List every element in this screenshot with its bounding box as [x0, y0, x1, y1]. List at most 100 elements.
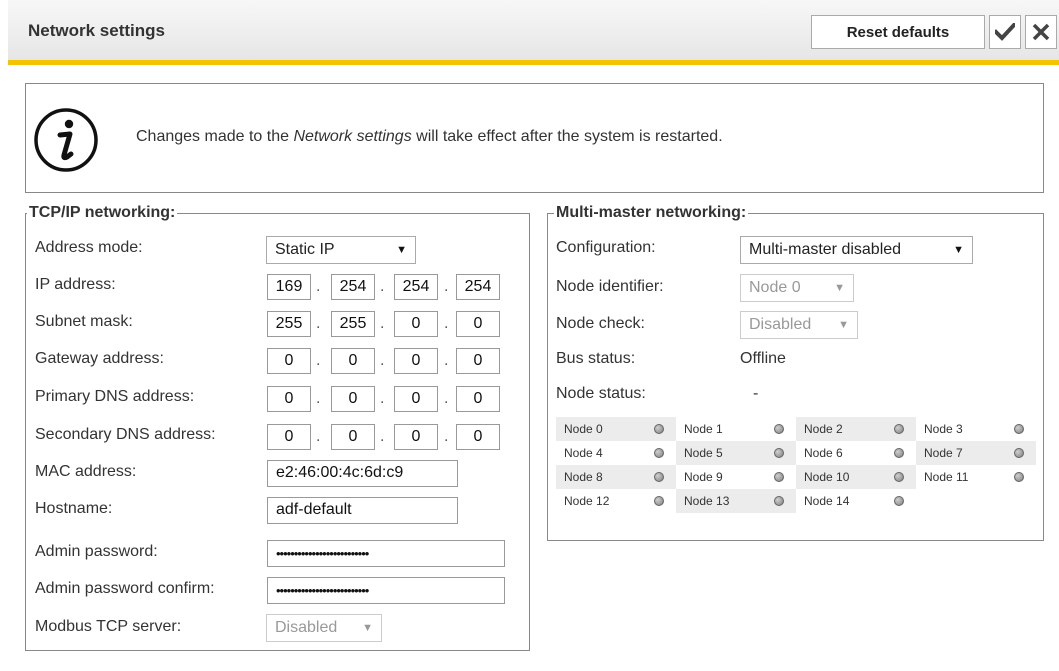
gateway-octet-1[interactable]: 0: [267, 348, 311, 374]
chevron-down-icon: ▼: [396, 244, 407, 256]
node-label: Node 6: [804, 446, 843, 460]
node-row: Node 4 Node 5 Node 6 Node 7: [556, 441, 1037, 465]
octet-separator: .: [380, 352, 385, 369]
octet-separator: .: [380, 428, 385, 445]
octet-separator: .: [380, 278, 385, 295]
tcpip-networking-group: TCP/IP networking: Address mode: Static …: [25, 204, 530, 651]
node-label: Node 1: [684, 422, 723, 436]
hostname-field[interactable]: adf-default: [267, 497, 458, 524]
tcpip-group-title: TCP/IP networking:: [27, 204, 178, 222]
bus-status-label: Bus status:: [556, 350, 636, 367]
secondary-dns-octet-2[interactable]: 0: [331, 424, 375, 450]
configuration-select[interactable]: Multi-master disabled ▼: [740, 236, 973, 264]
admin-password-label: Admin password:: [35, 543, 158, 560]
ip-address-label: IP address:: [35, 276, 116, 293]
node-label: Node 13: [684, 494, 730, 508]
primary-dns-label: Primary DNS address:: [35, 388, 195, 405]
address-mode-select[interactable]: Static IP ▼: [266, 236, 416, 264]
subnet-octet-3[interactable]: 0: [394, 311, 438, 337]
reset-defaults-button[interactable]: Reset defaults: [811, 15, 985, 49]
notice-text: Changes made to the Network settings wil…: [136, 128, 723, 146]
octet-separator: .: [316, 352, 321, 369]
close-icon: [1032, 23, 1050, 41]
node-check-select[interactable]: Disabled ▼: [740, 311, 858, 339]
ip-octet-3[interactable]: 254: [394, 274, 438, 300]
ip-octet-4[interactable]: 254: [456, 274, 500, 300]
octet-separator: .: [444, 352, 449, 369]
confirm-button[interactable]: [989, 15, 1021, 49]
node-cell: Node 9: [676, 465, 796, 489]
info-icon: [34, 108, 98, 172]
secondary-dns-octet-4[interactable]: 0: [456, 424, 500, 450]
admin-password-confirm-field[interactable]: ••••••••••••••••••••••••••: [267, 577, 505, 604]
node-row: Node 8 Node 9 Node 10 Node 11: [556, 465, 1037, 489]
ip-octet-1[interactable]: 169: [267, 274, 311, 300]
node-label: Node 14: [804, 494, 850, 508]
status-led-icon: [774, 448, 784, 458]
node-cell: Node 4: [556, 441, 676, 465]
node-grid: Node 0 Node 1 Node 2 Node 3 Node 4 Node …: [556, 417, 1037, 513]
node-cell: Node 0: [556, 417, 676, 441]
octet-separator: .: [316, 428, 321, 445]
node-identifier-select[interactable]: Node 0 ▼: [740, 274, 854, 302]
status-led-icon: [654, 496, 664, 506]
node-cell: Node 5: [676, 441, 796, 465]
check-icon: [995, 23, 1015, 41]
chevron-down-icon: ▼: [953, 244, 964, 256]
chevron-down-icon: ▼: [362, 622, 373, 634]
node-cell: Node 8: [556, 465, 676, 489]
gateway-octet-3[interactable]: 0: [394, 348, 438, 374]
modbus-value: Disabled: [275, 619, 338, 636]
octet-separator: .: [444, 390, 449, 407]
multi-master-group: Multi-master networking: Configuration: …: [547, 204, 1044, 541]
node-cell: Node 2: [796, 417, 916, 441]
notice-text-before: Changes made to the: [136, 128, 294, 145]
octet-separator: .: [316, 278, 321, 295]
admin-password-field[interactable]: ••••••••••••••••••••••••••: [267, 540, 505, 567]
node-cell: Node 1: [676, 417, 796, 441]
status-led-icon: [894, 448, 904, 458]
node-label: Node 10: [804, 470, 850, 484]
status-led-icon: [1014, 424, 1024, 434]
primary-dns-octet-3[interactable]: 0: [394, 386, 438, 412]
primary-dns-octet-4[interactable]: 0: [456, 386, 500, 412]
subnet-octet-4[interactable]: 0: [456, 311, 500, 337]
primary-dns-octet-1[interactable]: 0: [267, 386, 311, 412]
gateway-octet-4[interactable]: 0: [456, 348, 500, 374]
node-label: Node 8: [564, 470, 603, 484]
octet-separator: .: [444, 428, 449, 445]
ip-octet-2[interactable]: 254: [331, 274, 375, 300]
secondary-dns-octet-3[interactable]: 0: [394, 424, 438, 450]
node-status-value: -: [753, 385, 759, 402]
chevron-down-icon: ▼: [834, 282, 845, 294]
gateway-octet-2[interactable]: 0: [331, 348, 375, 374]
octet-separator: .: [444, 278, 449, 295]
notice-text-emphasis: Network settings: [293, 128, 412, 145]
status-led-icon: [894, 496, 904, 506]
secondary-dns-octet-1[interactable]: 0: [267, 424, 311, 450]
title-bar: Network settings Reset defaults: [8, 0, 1059, 65]
node-cell: Node 14: [796, 489, 916, 513]
node-label: Node 3: [924, 422, 963, 436]
node-label: Node 9: [684, 470, 723, 484]
admin-password-confirm-label: Admin password confirm:: [35, 580, 215, 597]
close-button[interactable]: [1025, 15, 1057, 49]
node-row: Node 12 Node 13 Node 14: [556, 489, 1037, 513]
status-led-icon: [774, 496, 784, 506]
octet-separator: .: [380, 315, 385, 332]
subnet-octet-1[interactable]: 255: [267, 311, 311, 337]
octet-separator: .: [316, 315, 321, 332]
node-label: Node 4: [564, 446, 603, 460]
octet-separator: .: [316, 390, 321, 407]
restart-notice: Changes made to the Network settings wil…: [25, 83, 1044, 193]
status-led-icon: [654, 424, 664, 434]
status-led-icon: [654, 472, 664, 482]
primary-dns-octet-2[interactable]: 0: [331, 386, 375, 412]
chevron-down-icon: ▼: [838, 319, 849, 331]
gateway-label: Gateway address:: [35, 350, 164, 367]
mac-address-field[interactable]: e2:46:00:4c:6d:c9: [267, 460, 458, 487]
subnet-octet-2[interactable]: 255: [331, 311, 375, 337]
modbus-select[interactable]: Disabled ▼: [266, 614, 382, 642]
node-cell: Node 11: [916, 465, 1036, 489]
node-label: Node 12: [564, 494, 610, 508]
